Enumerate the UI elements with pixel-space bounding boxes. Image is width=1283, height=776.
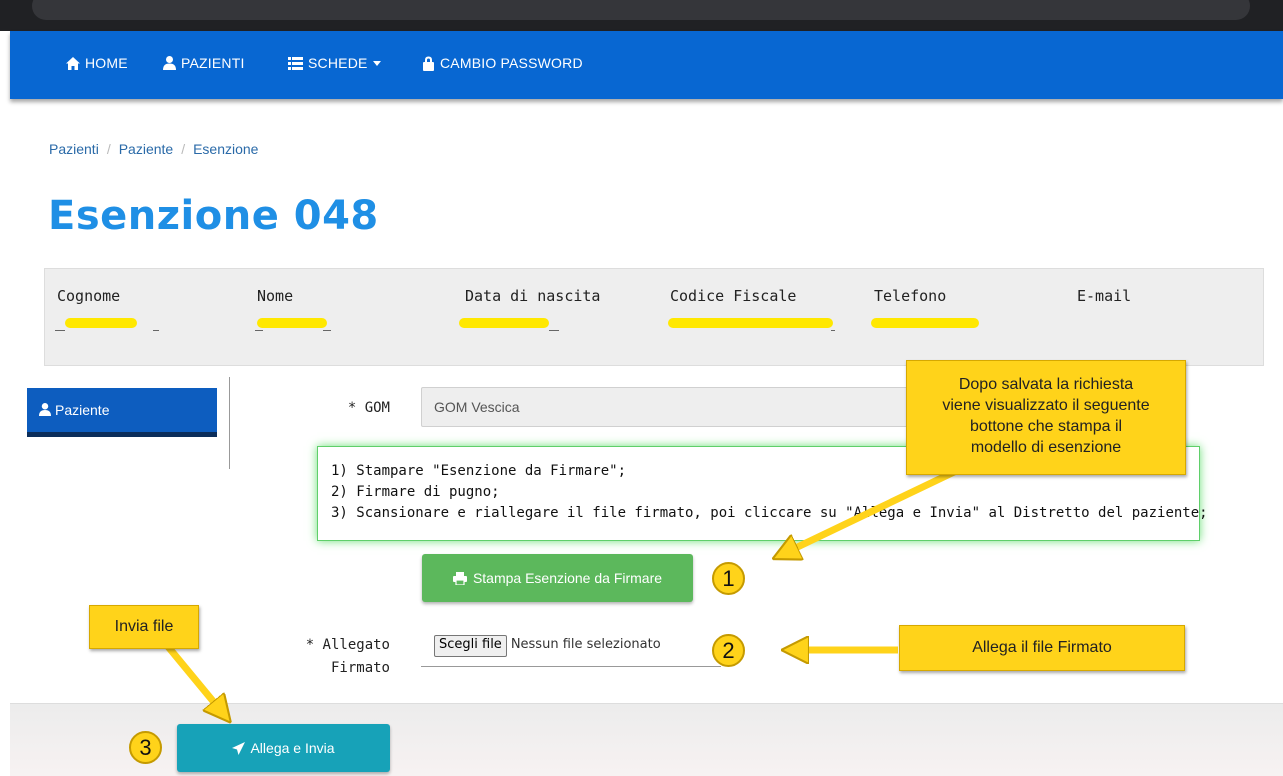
callout-line: bottone che stampa il [969,418,1123,435]
callout-allega-file: Allega il file Firmato [899,625,1185,671]
arrow-to-allega [162,640,222,712]
callout-invia-file: Invia file [89,605,199,649]
callout-line: Dopo salvata la richiesta [958,376,1134,393]
callout-stampa-info: Dopo salvata la richiesta viene visualiz… [906,360,1186,475]
callout-line: viene visualizzato il seguente [942,397,1150,414]
step-2-badge: 2 [712,634,745,667]
step-3-badge: 3 [129,731,162,764]
step-1-badge: 1 [712,562,745,595]
callout-line: modello di esenzione [970,439,1122,456]
